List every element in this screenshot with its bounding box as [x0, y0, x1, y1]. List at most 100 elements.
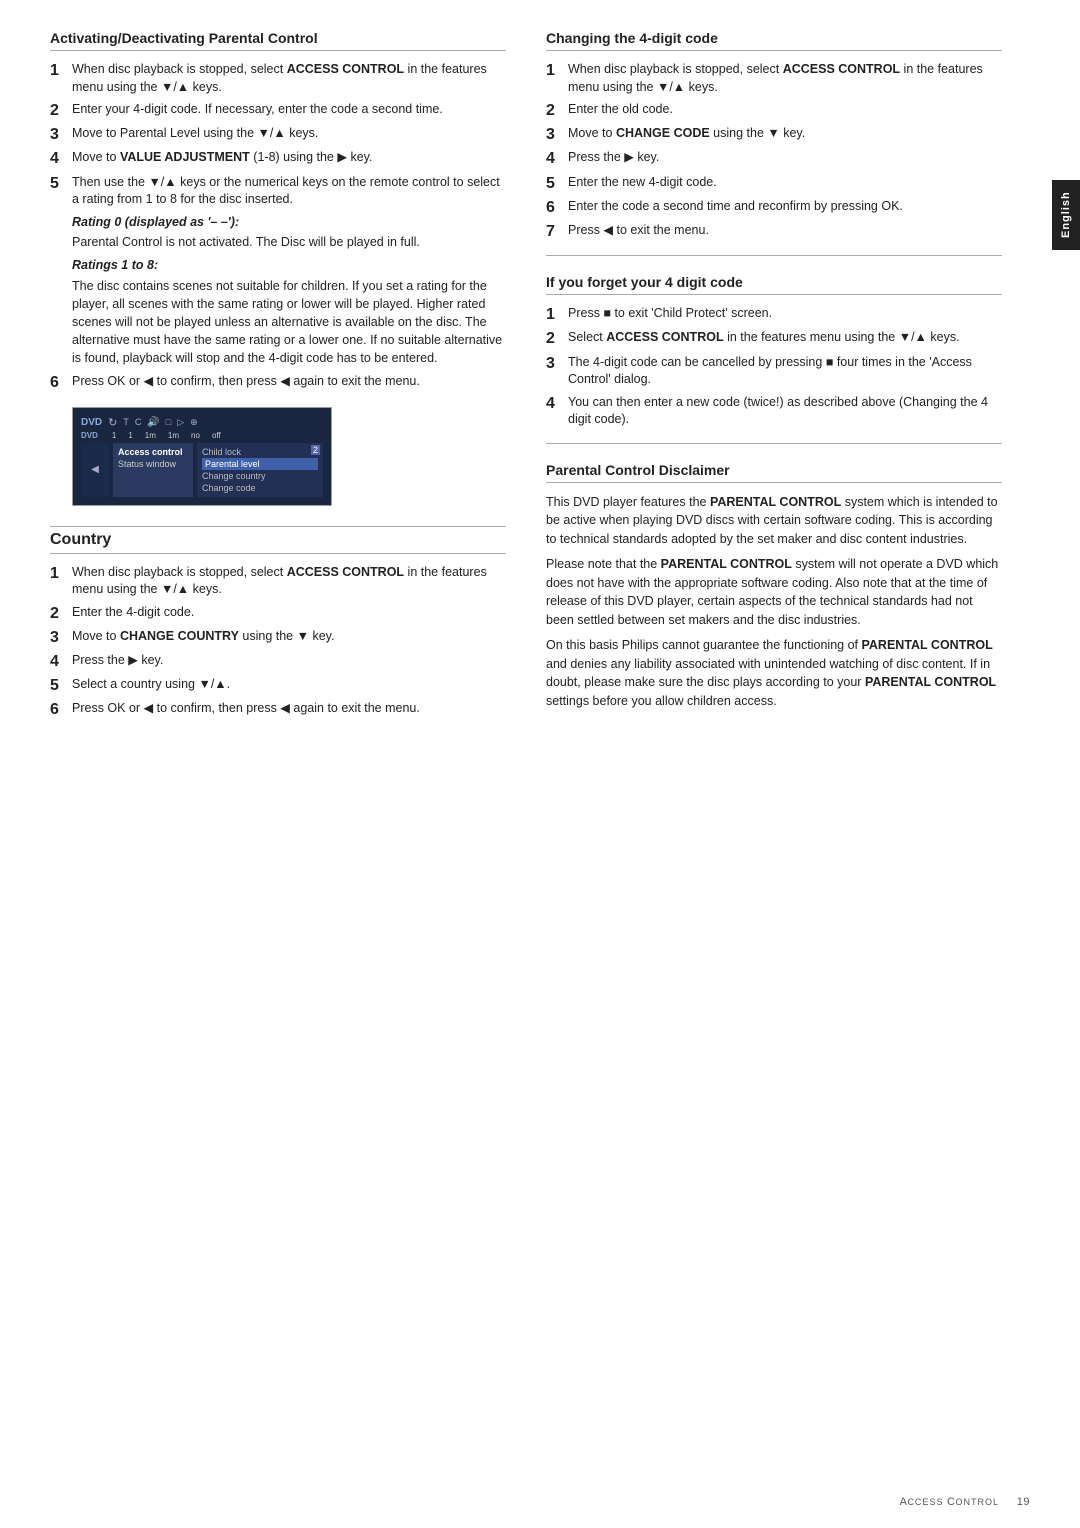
step-number: 4 [50, 652, 72, 671]
step-number: 4 [50, 149, 72, 168]
step-text: Move to VALUE ADJUSTMENT (1-8) using the… [72, 149, 506, 167]
step-item: 6 Press OK or ◀ to confirm, then press ◀… [50, 700, 506, 719]
step-item: 4 Press the ▶ key. [50, 652, 506, 671]
step-item: 4 Press the ▶ key. [546, 149, 1002, 168]
step-number: 2 [546, 329, 568, 348]
side-tab-english: English [1052, 180, 1080, 250]
dvd-submenu-change-country: Change country [202, 470, 318, 482]
step-number: 6 [546, 198, 568, 217]
dvd-status-row: DVD 1 1 1m 1m no off [81, 431, 323, 440]
step-number: 2 [50, 101, 72, 120]
dvd-submenu-change-code: Change code [202, 482, 318, 494]
step-text: The 4-digit code can be cancelled by pre… [568, 354, 1002, 389]
right-column: Changing the 4-digit code 1 When disc pl… [546, 30, 1002, 724]
dvd-number-badge: 2 [311, 445, 320, 455]
dvd-submenu-parental-level: Parental level [202, 458, 318, 470]
section-divider-2 [546, 443, 1002, 444]
dvd-left-icon: ◀ [81, 443, 109, 497]
dvd-icon-row: DVD ↻ T C 🔊 □ ▷ ⊕ [81, 414, 323, 431]
step-item: 4 Move to VALUE ADJUSTMENT (1-8) using t… [50, 149, 506, 168]
dvd-icon-zoom: ⊕ [190, 417, 198, 428]
dvd-submenu-child-lock: Child lock [202, 446, 318, 458]
step-number: 1 [50, 61, 72, 80]
step-text: Press OK or ◀ to confirm, then press ◀ a… [72, 373, 506, 391]
step-number: 1 [546, 61, 568, 80]
step-text: Enter the code a second time and reconfi… [568, 198, 1002, 216]
disclaimer-text: This DVD player features the PARENTAL CO… [546, 493, 1002, 711]
step-item: 1 Press ■ to exit 'Child Protect' screen… [546, 305, 1002, 324]
side-tab-label: English [1060, 192, 1072, 239]
step-text: Press ◀ to exit the menu. [568, 222, 1002, 240]
disclaimer-para-3: On this basis Philips cannot guarantee t… [546, 636, 1002, 711]
step-item: 6 Press OK or ◀ to confirm, then press ◀… [50, 373, 506, 392]
sub-note-body: The disc contains scenes not suitable fo… [72, 277, 506, 368]
page-number: 19 [1017, 1496, 1030, 1508]
step-item: 1 When disc playback is stopped, select … [546, 61, 1002, 96]
step-text: Move to Parental Level using the ▼/▲ key… [72, 125, 506, 143]
dvd-icon-c: C [135, 417, 142, 427]
step-number: 3 [546, 125, 568, 144]
dvd-menu-status-window: Status window [118, 458, 188, 470]
country-steps-list: 1 When disc playback is stopped, select … [50, 564, 506, 720]
dvd-status-1: 1 [112, 431, 116, 440]
dvd-icon-volume: 🔊 [147, 417, 159, 428]
sub-note-title: Rating 0 (displayed as '– –'): [72, 214, 506, 232]
step-text: You can then enter a new code (twice!) a… [568, 394, 1002, 429]
step-number: 3 [50, 628, 72, 647]
step-text: Then use the ▼/▲ keys or the numerical k… [72, 174, 506, 209]
step-number: 1 [50, 564, 72, 583]
dvd-menu-access-control: Access control [118, 446, 188, 458]
step-number: 5 [50, 676, 72, 695]
step-text: Press the ▶ key. [72, 652, 506, 670]
step-item: 2 Enter the old code. [546, 101, 1002, 120]
footer-label: ACCESS CONTROL [900, 1496, 999, 1508]
step-number: 7 [546, 222, 568, 241]
dvd-icon-play: ▷ [177, 417, 184, 428]
section-divider [546, 255, 1002, 256]
dvd-menu-left: Access control Status window [113, 443, 193, 497]
step-text: Move to CHANGE CODE using the ▼ key. [568, 125, 1002, 143]
country-section: Country 1 When disc playback is stopped,… [50, 526, 506, 720]
step-number: 3 [50, 125, 72, 144]
step-item: 3 Move to CHANGE COUNTRY using the ▼ key… [50, 628, 506, 647]
section-forget-code-header: If you forget your 4 digit code [546, 274, 1002, 295]
left-column: Activating/Deactivating Parental Control… [50, 30, 506, 724]
step-number: 6 [50, 700, 72, 719]
step-text: When disc playback is stopped, select AC… [568, 61, 1002, 96]
page-container: English Activating/Deactivating Parental… [0, 0, 1080, 1528]
forget-code-steps-list: 1 Press ■ to exit 'Child Protect' screen… [546, 305, 1002, 428]
step-number: 2 [50, 604, 72, 623]
step-number: 5 [50, 174, 72, 193]
dvd-menu-right: Child lock Parental level Change country… [197, 443, 323, 497]
content-area: Activating/Deactivating Parental Control… [0, 0, 1052, 1528]
dvd-status-1m2: 1m [168, 431, 179, 440]
dvd-status-off: off [212, 431, 221, 440]
step-item: 5 Select a country using ▼/▲. [50, 676, 506, 695]
dvd-status-no: no [191, 431, 200, 440]
step-item: 2 Enter the 4-digit code. [50, 604, 506, 623]
step-number: 6 [50, 373, 72, 392]
section-disclaimer-header: Parental Control Disclaimer [546, 462, 1002, 483]
sub-note-body: Parental Control is not activated. The D… [72, 233, 506, 251]
step-number: 1 [546, 305, 568, 324]
step-number: 5 [546, 174, 568, 193]
step-item: 5 Enter the new 4-digit code. [546, 174, 1002, 193]
step-text: When disc playback is stopped, select AC… [72, 564, 506, 599]
section-changing-code-header: Changing the 4-digit code [546, 30, 1002, 51]
dvd-screenshot: DVD ↻ T C 🔊 □ ▷ ⊕ DVD 1 1 1m 1m [72, 407, 332, 506]
disclaimer-para-2: Please note that the PARENTAL CONTROL sy… [546, 555, 1002, 630]
step-item: 2 Select ACCESS CONTROL in the features … [546, 329, 1002, 348]
sub-note-ratings1to8: Ratings 1 to 8: The disc contains scenes… [72, 257, 506, 367]
dvd-status-1b: 1 [128, 431, 132, 440]
step-text: Press ■ to exit 'Child Protect' screen. [568, 305, 1002, 323]
step-text: Enter your 4-digit code. If necessary, e… [72, 101, 506, 119]
step-text: Enter the old code. [568, 101, 1002, 119]
step-text: Enter the new 4-digit code. [568, 174, 1002, 192]
step-number: 3 [546, 354, 568, 373]
step-item: 3 The 4-digit code can be cancelled by p… [546, 354, 1002, 389]
dvd-status-dvd: DVD [81, 431, 98, 440]
step-item: 2 Enter your 4-digit code. If necessary,… [50, 101, 506, 120]
step-item: 5 Then use the ▼/▲ keys or the numerical… [50, 174, 506, 209]
step-item: 4 You can then enter a new code (twice!)… [546, 394, 1002, 429]
step-item: 3 Move to CHANGE CODE using the ▼ key. [546, 125, 1002, 144]
